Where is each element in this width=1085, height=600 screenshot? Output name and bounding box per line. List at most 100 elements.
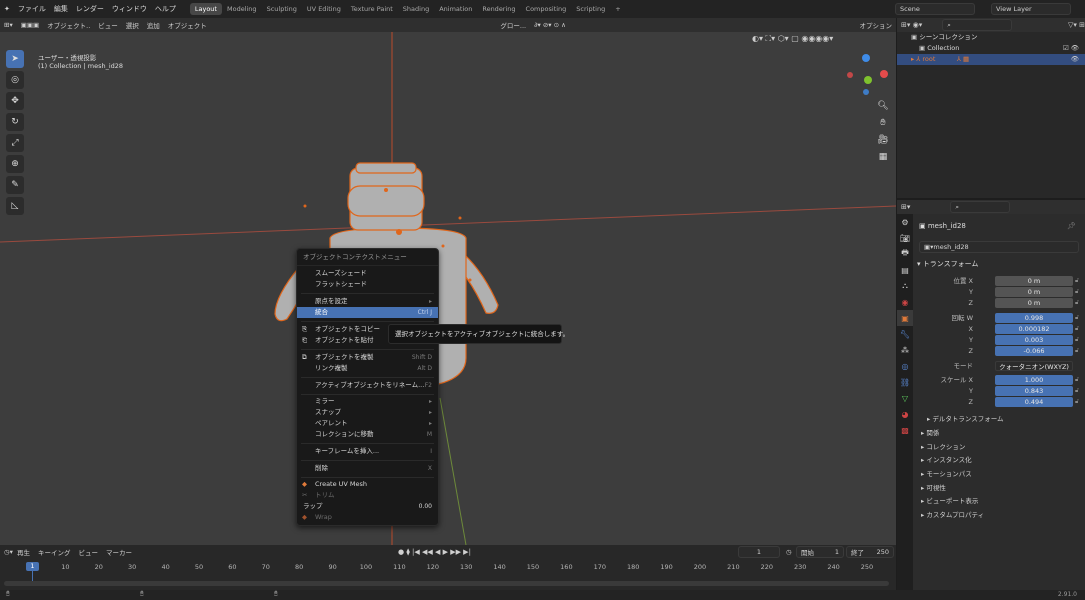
view-layer-tab-icon[interactable]: ▤ <box>897 262 913 278</box>
rotation-z-field[interactable]: -0.066 <box>995 346 1073 356</box>
viewport-display-panel[interactable]: ▸ ビューポート表示 <box>913 495 1085 507</box>
tab-animation[interactable]: Animation <box>434 3 477 15</box>
menu-edit[interactable]: 編集 <box>50 4 72 14</box>
menu-set-origin[interactable]: 原点を設定 ▸ <box>297 296 438 307</box>
scene-selector[interactable]: Scene <box>895 3 975 15</box>
menu-flat-shade[interactable]: フラットシェード <box>297 279 438 290</box>
menu-mirror[interactable]: ミラー ▸ <box>297 396 438 407</box>
measure-tool-icon[interactable]: ◺ <box>6 197 24 215</box>
outliner-editor-icon[interactable]: ⊞▾ ◉▾ <box>901 21 922 29</box>
menu-move-to-collection[interactable]: コレクションに移動 M <box>297 429 438 440</box>
particles-tab-icon[interactable]: ⁂ <box>897 342 913 358</box>
menu-keying[interactable]: キーイング <box>34 547 75 557</box>
menu-wrap-value[interactable]: ラップ 0.00 <box>297 501 438 512</box>
modifier-tab-icon[interactable]: 🔧︎ <box>897 326 913 342</box>
collections-panel[interactable]: ▸ コレクション <box>913 441 1085 453</box>
navigation-icons[interactable]: 🔍︎ ✋︎ 🎥︎ ▦ <box>876 98 890 166</box>
menu-view[interactable]: ビュー <box>94 20 122 30</box>
menu-render[interactable]: レンダー <box>72 4 108 14</box>
menu-duplicate[interactable]: ⧉ オブジェクトを複製 Shift D <box>297 352 438 363</box>
mode-selector[interactable]: オブジェクト.. <box>43 20 94 30</box>
transform-orientation[interactable]: グロー... <box>496 20 530 30</box>
pin-icon[interactable]: 📌︎ <box>1067 222 1076 230</box>
rotation-y-field[interactable]: 0.003 <box>995 335 1073 345</box>
menu-parent[interactable]: ペアレント ▸ <box>297 418 438 429</box>
tab-sculpting[interactable]: Sculpting <box>262 3 302 15</box>
scene-tab-icon[interactable]: ⛬ <box>897 278 913 294</box>
instancing-panel[interactable]: ▸ インスタンス化 <box>913 454 1085 466</box>
texture-tab-icon[interactable]: ▩ <box>897 422 913 438</box>
root-row[interactable]: ▸ ⅄ root ⅄ ▦ 👁︎ <box>897 54 1085 65</box>
render-tab-icon[interactable]: 📷︎ <box>897 230 913 246</box>
menu-object[interactable]: オブジェクト <box>164 20 211 30</box>
add-workspace-icon[interactable]: + <box>610 3 625 15</box>
tab-scripting[interactable]: Scripting <box>571 3 610 15</box>
scale-z-field[interactable]: 0.494 <box>995 397 1073 407</box>
relations-panel[interactable]: ▸ 関係 <box>913 427 1085 439</box>
transform-tool-icon[interactable]: ⊕ <box>6 155 24 173</box>
menu-insert-keyframe[interactable]: キーフレームを挿入... I <box>297 446 438 457</box>
menu-link-duplicate[interactable]: リンク複製 Alt D <box>297 363 438 374</box>
cursor-tool-icon[interactable]: ◎ <box>6 71 24 89</box>
menu-view[interactable]: ビュー <box>74 547 102 557</box>
menu-smooth-shade[interactable]: スムーズシェード <box>297 268 438 279</box>
scale-tool-icon[interactable]: ⤢ <box>6 134 24 152</box>
menu-rename[interactable]: アクティブオブジェクトをリネーム... F2 <box>297 380 438 391</box>
custom-properties-panel[interactable]: ▸ カスタムプロパティ <box>913 509 1085 521</box>
tab-layout[interactable]: Layout <box>189 3 222 15</box>
motion-paths-panel[interactable]: ▸ モーションパス <box>913 468 1085 480</box>
menu-file[interactable]: ファイル <box>14 4 50 14</box>
object-name-field[interactable]: ▣▾ mesh_id28 <box>919 241 1079 253</box>
end-frame-field[interactable]: 終了 250 <box>846 546 894 558</box>
properties-editor-icon[interactable]: ⊞▾ <box>901 203 910 211</box>
transform-panel[interactable]: ▾ トランスフォーム <box>917 259 978 269</box>
menu-join[interactable]: 統合 Ctrl J <box>297 307 438 318</box>
timeline-ruler[interactable]: 1102030405060708090100110120130140150160… <box>0 559 896 579</box>
3d-viewport[interactable]: ⊞▾ ▣▣▣ オブジェクト.. ビュー 選択 追加 オブジェクト グロー... … <box>0 18 896 545</box>
menu-marker[interactable]: マーカー <box>102 547 136 557</box>
rotation-w-field[interactable]: 0.998 <box>995 313 1073 323</box>
tab-modeling[interactable]: Modeling <box>222 3 262 15</box>
collection-row[interactable]: ▣ Collection ☑ 👁︎ <box>897 43 1085 54</box>
tab-compositing[interactable]: Compositing <box>521 3 572 15</box>
current-frame-field[interactable]: 1 <box>738 546 780 558</box>
select-tool-icon[interactable]: ➤ <box>6 50 24 68</box>
scene-collection-row[interactable]: ▣ シーンコレクション <box>897 32 1085 43</box>
menu-playback[interactable]: 再生 <box>13 547 34 557</box>
menu-snap[interactable]: スナップ ▸ <box>297 407 438 418</box>
rotation-mode-dropdown[interactable]: クォータニオン(WXYZ) <box>995 361 1073 371</box>
location-y-field[interactable]: 0 m <box>995 287 1073 297</box>
filter-icon[interactable]: ▽▾ ⊞ <box>1068 21 1085 29</box>
world-tab-icon[interactable]: ◉ <box>897 294 913 310</box>
menu-create-uv-mesh[interactable]: ◆ Create UV Mesh <box>297 479 438 490</box>
data-tab-icon[interactable]: ▽ <box>897 390 913 406</box>
object-tab-icon[interactable]: ▣ <box>897 310 913 326</box>
location-z-field[interactable]: 0 m <box>995 298 1073 308</box>
tab-uv-editing[interactable]: UV Editing <box>302 3 346 15</box>
options-dropdown[interactable]: オプション <box>856 20 897 30</box>
rotate-tool-icon[interactable]: ↻ <box>6 113 24 131</box>
output-tab-icon[interactable]: 🖶 <box>897 246 913 262</box>
delta-transform-panel[interactable]: ▸ デルタトランスフォーム <box>913 413 1085 425</box>
editor-type-icon[interactable]: ⊞▾ <box>0 21 17 29</box>
shading-buttons[interactable]: ◐▾ ⛶▾ ⬡▾ ▢ ◉◉◉◉▾ <box>752 34 833 44</box>
select-mode-icon[interactable]: ▣▣▣ <box>17 21 43 29</box>
scale-x-field[interactable]: 1.000 <box>995 375 1073 385</box>
annotate-tool-icon[interactable]: ✎ <box>6 176 24 194</box>
location-x-field[interactable]: 0 m <box>995 276 1073 286</box>
menu-delete[interactable]: 削除 X <box>297 463 438 474</box>
visibility-panel[interactable]: ▸ 可視性 <box>913 482 1085 494</box>
playhead[interactable]: 1 <box>26 562 39 571</box>
physics-tab-icon[interactable]: ◎ <box>897 358 913 374</box>
menu-select[interactable]: 選択 <box>122 20 143 30</box>
material-tab-icon[interactable]: ◕ <box>897 406 913 422</box>
snap-icon[interactable]: ∂▾ ⊘▾ ⊙ ∧ <box>530 21 570 29</box>
rotation-x-field[interactable]: 0.000182 <box>995 324 1073 334</box>
tab-rendering[interactable]: Rendering <box>477 3 520 15</box>
menu-add[interactable]: 追加 <box>143 20 164 30</box>
scale-y-field[interactable]: 0.843 <box>995 386 1073 396</box>
timeline-editor-icon[interactable]: ◷▾ <box>4 548 13 556</box>
menu-window[interactable]: ウィンドウ <box>108 4 151 14</box>
constraints-tab-icon[interactable]: ⛓ <box>897 374 913 390</box>
tab-texture-paint[interactable]: Texture Paint <box>346 3 398 15</box>
